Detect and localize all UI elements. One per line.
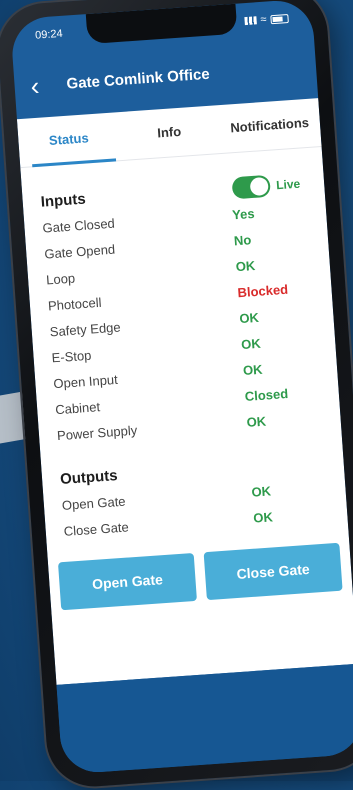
- input-value: Closed: [244, 385, 289, 404]
- battery-icon: [270, 13, 289, 24]
- live-toggle-group: Live: [231, 173, 301, 200]
- open-gate-button[interactable]: Open Gate: [57, 552, 197, 611]
- input-value: No: [233, 231, 252, 248]
- close-gate-button[interactable]: Close Gate: [203, 542, 343, 601]
- live-toggle[interactable]: [231, 174, 271, 200]
- live-label: Live: [275, 176, 301, 193]
- status-icons: ≈: [244, 12, 289, 27]
- input-value: Yes: [231, 205, 255, 222]
- page-title: Gate Comlink Office: [65, 65, 211, 93]
- tab-info[interactable]: Info: [117, 105, 221, 160]
- input-value: OK: [240, 335, 262, 352]
- output-value: OK: [250, 482, 272, 500]
- output-value: OK: [252, 508, 274, 526]
- inputs-section: Inputs Live Gate Closed Yes Gate Opend N…: [22, 169, 348, 545]
- input-value: OK: [238, 309, 260, 326]
- input-value: OK: [235, 257, 256, 274]
- inputs-title: Inputs: [40, 190, 87, 211]
- status-time: 09:24: [34, 27, 64, 42]
- tab-notifications[interactable]: Notifications: [218, 98, 322, 153]
- back-chevron-icon[interactable]: ‹: [30, 71, 58, 102]
- action-buttons: Open Gate Close Gate: [48, 542, 353, 611]
- app-screen: 09:24 ≈ ‹ Gate Comlink Office Status Inf…: [9, 0, 353, 775]
- input-value: OK: [246, 413, 267, 430]
- input-value: OK: [242, 361, 263, 378]
- input-value: Blocked: [237, 281, 289, 300]
- phone-mockup: 09:24 ≈ ‹ Gate Comlink Office Status Inf…: [0, 0, 353, 790]
- status-card: Status Info Notifications Inputs Live Ga…: [16, 98, 353, 685]
- outputs-title: Outputs: [59, 466, 119, 488]
- wifi-icon: ≈: [260, 13, 268, 26]
- signal-icon: [244, 16, 257, 26]
